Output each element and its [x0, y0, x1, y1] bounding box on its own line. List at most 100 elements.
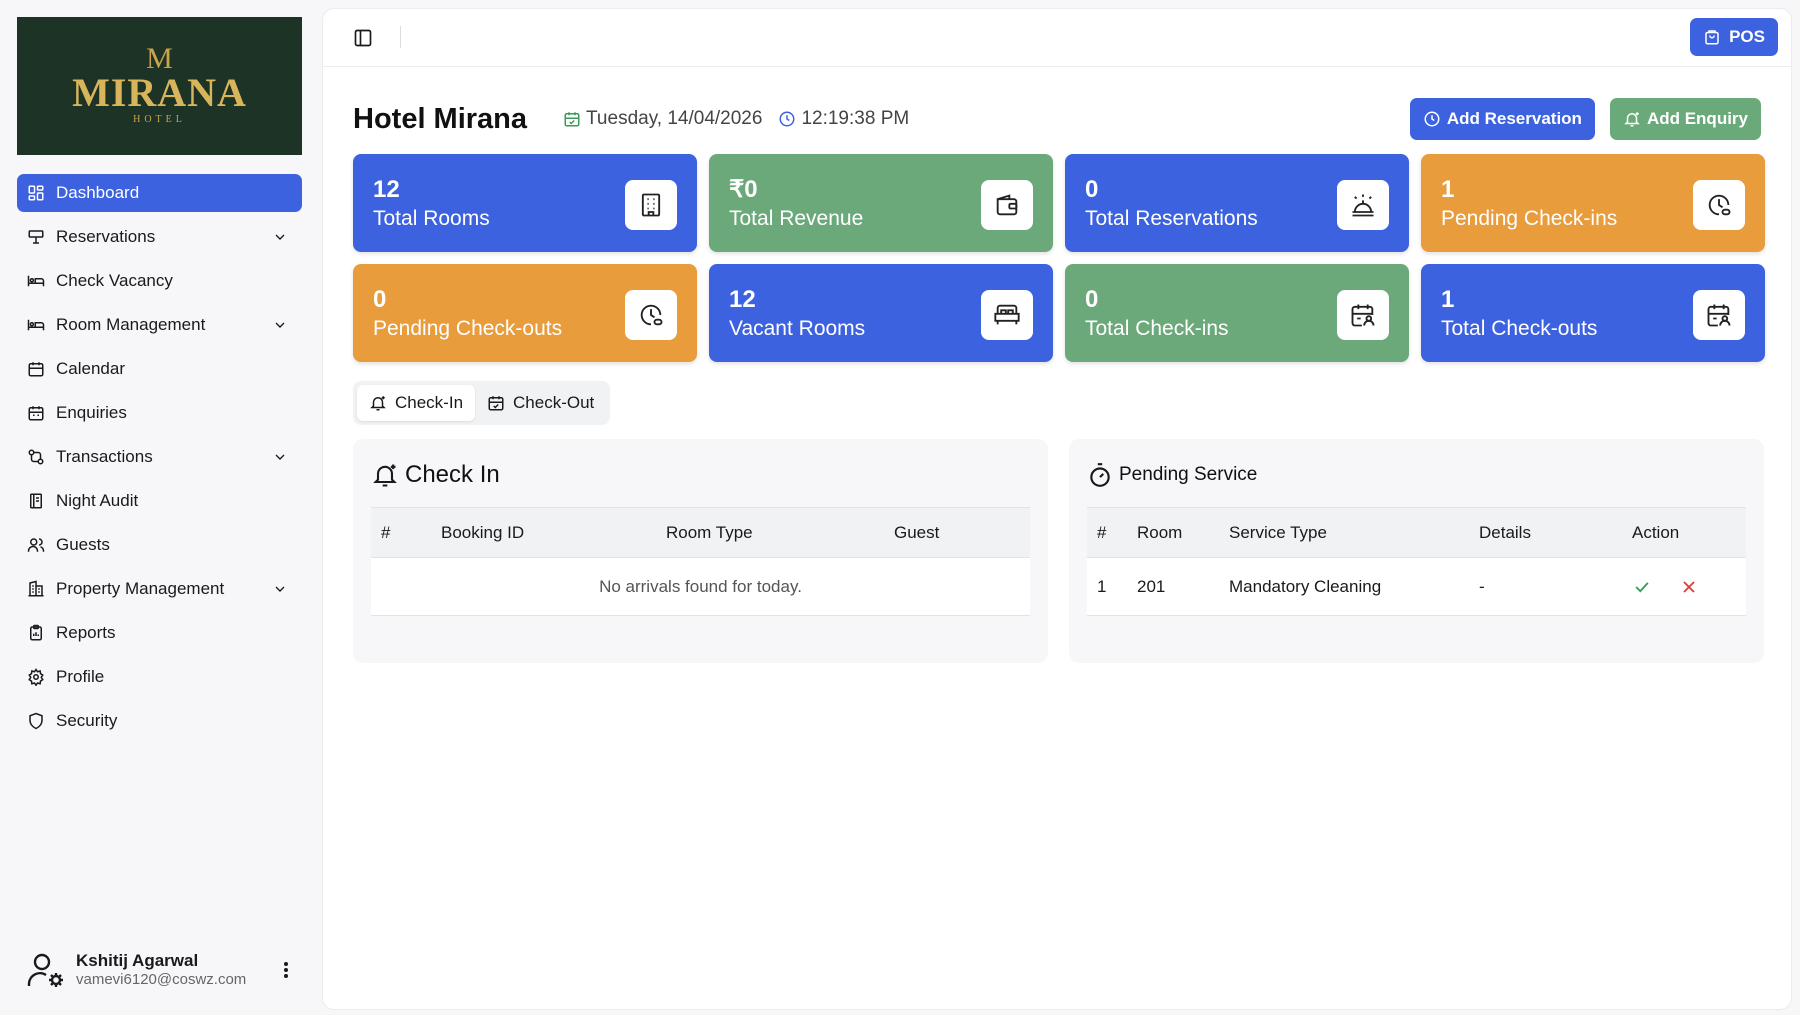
calendar-user-icon: [1337, 290, 1389, 340]
panel-title: Pending Service: [1087, 459, 1746, 491]
stat-card-total-checkouts[interactable]: 1 Total Check-outs: [1421, 264, 1765, 362]
divider: [400, 26, 401, 48]
stat-card-total-revenue[interactable]: ₹0 Total Revenue: [709, 154, 1053, 252]
pos-button[interactable]: POS: [1690, 18, 1778, 56]
column-header: Guest: [884, 507, 1030, 558]
sidebar-item-profile[interactable]: Profile: [17, 658, 302, 696]
logo-name: MIRANA: [72, 70, 247, 115]
time-text: 12:19:38 PM: [801, 108, 910, 129]
sidebar-nav: Dashboard Reservations Check Vacancy Roo…: [17, 174, 302, 746]
reservations-icon: [28, 230, 44, 244]
user-name: Kshitij Agarwal: [76, 951, 199, 970]
gear-icon: [28, 668, 44, 686]
chevron-down-icon: [275, 454, 285, 460]
add-enquiry-label: Add Enquiry: [1646, 109, 1748, 128]
calendar-check-icon: [488, 396, 504, 411]
sidebar-item-enquiries[interactable]: Enquiries: [17, 394, 302, 432]
empty-state: No arrivals found for today.: [371, 557, 1030, 616]
bell-plus-icon: [370, 396, 386, 411]
sidebar-item-room-management[interactable]: Room Management: [17, 306, 302, 344]
building-icon: [625, 180, 677, 230]
wallet-icon: [981, 180, 1033, 230]
sidebar-item-reports[interactable]: Reports: [17, 614, 302, 652]
stat-card-total-checkins[interactable]: 0 Total Check-ins: [1065, 264, 1409, 362]
sidebar-item-label: Security: [56, 711, 118, 730]
table-row: 1 201 Mandatory Cleaning -: [1087, 557, 1746, 616]
sidebar-item-guests[interactable]: Guests: [17, 526, 302, 564]
stat-card-pending-checkins[interactable]: 1 Pending Check-ins: [1421, 154, 1765, 252]
sidebar-item-label: Transactions: [56, 447, 153, 466]
tab-check-out[interactable]: Check-Out: [475, 385, 606, 421]
sidebar-item-label: Property Management: [56, 579, 225, 598]
dashboard-icon: [28, 185, 44, 201]
user-settings-icon: [27, 953, 63, 987]
close-icon: [1683, 581, 1695, 593]
clock-plus-icon: [1424, 111, 1440, 127]
clock-icon: [1693, 180, 1745, 230]
clock-icon: [625, 290, 677, 340]
sidebar-item-label: Profile: [56, 667, 105, 686]
page-title: Hotel Mirana: [353, 102, 528, 135]
add-enquiry-button[interactable]: Add Enquiry: [1609, 98, 1761, 140]
sidebar-item-check-vacancy[interactable]: Check Vacancy: [17, 262, 302, 300]
check-icon: [1635, 581, 1649, 593]
hotel-logo[interactable]: M MIRANA HOTEL: [17, 17, 302, 155]
shield-icon: [29, 712, 43, 730]
sidebar-item-reservations[interactable]: Reservations: [17, 218, 302, 256]
column-header: Action: [1622, 507, 1746, 558]
tab-label: Check-Out: [513, 393, 595, 412]
chevron-down-icon: [275, 322, 285, 328]
pending-service-table: # Room Service Type Details Action 1 201…: [1087, 507, 1746, 616]
chevron-down-icon: [275, 234, 285, 240]
pending-service-title: Pending Service: [1119, 464, 1258, 485]
calendar-icon: [28, 362, 44, 377]
sidebar-item-property-management[interactable]: Property Management: [17, 570, 302, 608]
sidebar-item-label: Reports: [56, 623, 116, 642]
sidebar-item-label: Room Management: [56, 315, 206, 334]
add-reservation-button[interactable]: Add Reservation: [1409, 98, 1595, 140]
checkin-checkout-tabs: Check-In Check-Out: [353, 381, 611, 425]
pos-label: POS: [1729, 27, 1765, 46]
stat-card-total-reservations[interactable]: 0 Total Reservations: [1065, 154, 1409, 252]
column-header: Service Type: [1219, 507, 1469, 558]
checkin-title: Check In: [405, 461, 500, 488]
row-details: -: [1469, 557, 1622, 616]
clock-icon: [779, 111, 795, 127]
sidebar-item-label: Check Vacancy: [56, 271, 173, 290]
stat-card-pending-checkouts[interactable]: 0 Pending Check-outs: [353, 264, 697, 362]
checkin-table: # Booking ID Room Type Guest No arrivals…: [371, 507, 1030, 616]
checkin-panel: Check In # Booking ID Room Type Guest No…: [353, 439, 1048, 663]
approve-button[interactable]: [1632, 577, 1652, 597]
sidebar-item-night-audit[interactable]: Night Audit: [17, 482, 302, 520]
tab-label: Check-In: [395, 393, 464, 412]
sidebar-item-security[interactable]: Security: [17, 702, 302, 740]
current-time: 12:19:38 PM: [778, 108, 909, 130]
row-room: 201: [1127, 557, 1219, 616]
sidebar: M MIRANA HOTEL Dashboard Reservations Ch…: [0, 0, 320, 1015]
dashboard-header: Hotel Mirana Tuesday, 14/04/2026 12:19:3…: [353, 97, 1761, 141]
book-icon: [30, 493, 42, 509]
sidebar-item-calendar[interactable]: Calendar: [17, 350, 302, 388]
sidebar-item-label: Calendar: [56, 359, 125, 378]
column-header: #: [1087, 507, 1127, 558]
sidebar-item-dashboard[interactable]: Dashboard: [17, 174, 302, 212]
logo-mark: M: [146, 42, 173, 75]
user-profile[interactable]: Kshitij Agarwal vamevi6120@coswz.com: [26, 948, 296, 992]
panel-title: Check In: [371, 459, 1030, 491]
tab-check-in[interactable]: Check-In: [357, 385, 476, 421]
reject-button[interactable]: [1679, 577, 1699, 597]
stat-card-vacant-rooms[interactable]: 12 Vacant Rooms: [709, 264, 1053, 362]
current-date: Tuesday, 14/04/2026: [563, 108, 762, 130]
column-header: Room Type: [656, 507, 884, 558]
sidebar-item-transactions[interactable]: Transactions: [17, 438, 302, 476]
bell-plus-icon: [373, 464, 397, 487]
sidebar-item-label: Reservations: [56, 227, 156, 246]
timer-icon: [1090, 463, 1110, 487]
more-vertical-icon[interactable]: [276, 958, 296, 982]
sidebar-item-label: Guests: [56, 535, 110, 554]
bell-plus-icon: [1624, 112, 1640, 127]
sidebar-toggle-icon[interactable]: [353, 28, 373, 48]
stat-card-total-rooms[interactable]: 12 Total Rooms: [353, 154, 697, 252]
logo-sub: HOTEL: [133, 114, 186, 125]
bed-icon: [981, 290, 1033, 340]
